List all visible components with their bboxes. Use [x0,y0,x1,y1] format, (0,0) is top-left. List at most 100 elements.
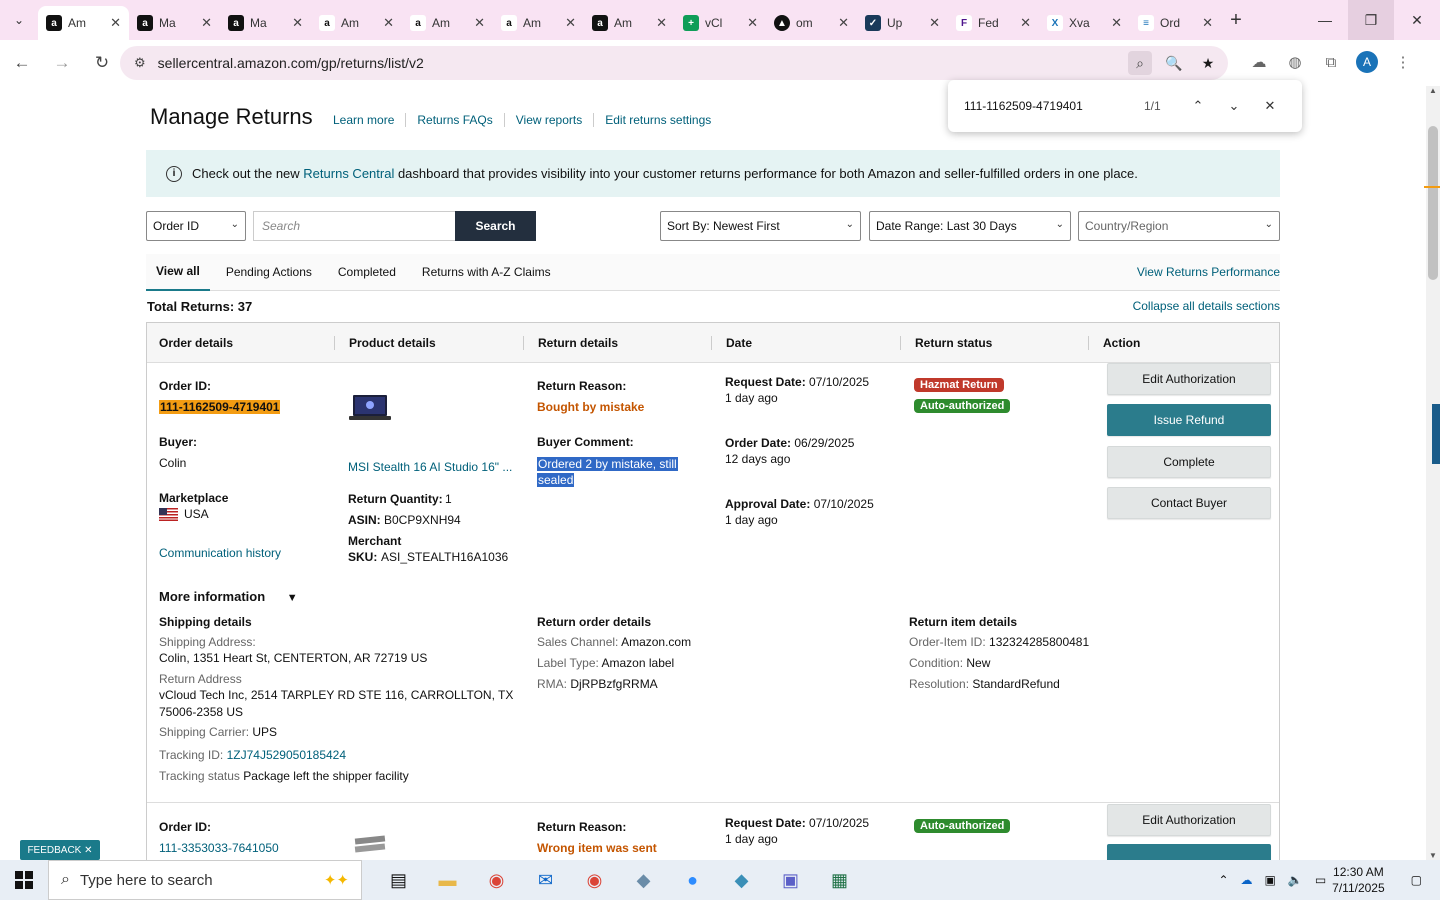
collapse-all-link[interactable]: Collapse all details sections [1133,299,1280,313]
tracking-id-link[interactable]: 1ZJ74J529050185424 [227,748,346,762]
tab-close-icon[interactable]: ✕ [292,15,303,31]
tab-close-icon[interactable]: ✕ [1020,15,1031,31]
chrome-profile-icon[interactable]: ◉ [570,860,619,900]
complete-button[interactable]: Complete [1107,446,1271,478]
tab-close-icon[interactable]: ✕ [929,15,940,31]
tray-chevron-icon[interactable]: ⌃ [1218,873,1228,887]
tab-close-icon[interactable]: ✕ [201,15,212,31]
edit-authorization-button[interactable]: Edit Authorization [1107,363,1271,395]
tab-close-icon[interactable]: ✕ [474,15,485,31]
windows-start-icon[interactable] [0,860,48,900]
feedback-close-icon[interactable]: ✕ [84,845,92,856]
feedback-button[interactable]: FEEDBACK ✕ [20,840,100,860]
teams-icon[interactable]: ▣ [766,860,815,900]
browser-tab[interactable]: a Am ✕ [311,6,402,40]
find-close-icon[interactable]: ✕ [1252,98,1288,114]
zoom-app-icon[interactable]: ● [668,860,717,900]
browser-tab[interactable]: a Am ✕ [584,6,675,40]
new-tab-button[interactable]: + [1221,9,1251,32]
tab-close-icon[interactable]: ✕ [656,15,667,31]
tab-pending-actions[interactable]: Pending Actions [216,254,322,291]
tab-completed[interactable]: Completed [328,254,406,291]
tab-search-icon[interactable]: ⌄ [0,0,38,40]
find-input[interactable]: 111-1162509-4719401 [964,99,1144,113]
returns-central-link[interactable]: Returns Central [303,166,394,181]
browser-tab[interactable]: + vCl ✕ [675,6,766,40]
issue-refund-button[interactable]: Issue Refund [1107,404,1271,436]
order-id-value[interactable]: 111-1162509-4719401 [159,400,281,414]
google-lens-icon[interactable]: ⌕ [1128,51,1152,75]
zoom-icon[interactable]: 🔍 [1162,51,1186,75]
tab-close-icon[interactable]: ✕ [110,15,121,31]
tab-close-icon[interactable]: ✕ [747,15,758,31]
minimize-icon[interactable]: — [1302,0,1348,40]
outlook-icon[interactable]: ✉ [521,860,570,900]
page-scrollbar[interactable]: ▲ ▼ [1424,86,1440,860]
product-thumbnail[interactable] [349,393,391,423]
tab-close-icon[interactable]: ✕ [838,15,849,31]
scroll-thumb[interactable] [1428,126,1438,280]
scroll-down-icon[interactable]: ▼ [1426,851,1440,860]
file-explorer-icon[interactable]: ▬ [423,860,472,900]
learn-more-link[interactable]: Learn more [322,113,405,127]
notifications-icon[interactable]: ▢ [1411,873,1422,887]
tab-close-icon[interactable]: ✕ [1111,15,1122,31]
app-icon[interactable]: ◆ [619,860,668,900]
browser-tab[interactable]: ≡ Ord ✕ [1130,6,1221,40]
communication-history-link[interactable]: Communication history [159,546,281,560]
contact-buyer-button[interactable]: Contact Buyer [1107,487,1271,519]
extension-cloud-icon[interactable]: ☁ [1244,47,1274,77]
extension-globe-icon[interactable]: ◍ [1280,47,1310,77]
browser-tab[interactable]: ✓ Up ✕ [857,6,948,40]
tab-close-icon[interactable]: ✕ [383,15,394,31]
reload-icon[interactable]: ↻ [84,45,120,81]
url-field[interactable]: ⚙ sellercentral.amazon.com/gp/returns/li… [120,46,1228,80]
issue-refund-button-2[interactable] [1107,844,1271,860]
tab-close-icon[interactable]: ✕ [1202,15,1213,31]
excel-icon[interactable]: ▦ [815,860,864,900]
browser-tab[interactable]: a Ma ✕ [220,6,311,40]
product-thumbnail-2[interactable] [353,833,389,857]
back-icon[interactable]: ← [4,45,40,81]
task-view-icon[interactable]: ▤ [374,860,423,900]
volume-icon[interactable]: 🔈 [1288,873,1303,887]
browser-tab[interactable]: a Ma ✕ [129,6,220,40]
find-next-icon[interactable]: ⌄ [1216,98,1252,114]
tab-close-icon[interactable]: ✕ [565,15,576,31]
clock[interactable]: 12:30 AM 7/11/2025 [1332,864,1385,896]
search-button[interactable]: Search [455,211,536,241]
returns-faqs-link[interactable]: Returns FAQs [405,113,503,127]
find-prev-icon[interactable]: ⌃ [1180,98,1216,114]
network-icon[interactable]: ▭ [1315,873,1326,887]
forward-icon[interactable]: → [44,45,80,81]
browser-tab[interactable]: X Xva ✕ [1039,6,1130,40]
restore-icon[interactable]: ❐ [1348,0,1394,40]
order-id-link-2[interactable]: 111-3353033-7641050 [159,841,279,855]
browser-tab[interactable]: ▲ om ✕ [766,6,857,40]
edit-authorization-button-2[interactable]: Edit Authorization [1107,804,1271,836]
tab-az-claims[interactable]: Returns with A-Z Claims [412,254,561,291]
profile-avatar[interactable]: A [1356,51,1378,73]
view-reports-link[interactable]: View reports [503,113,593,127]
tray-app-icon[interactable]: ▣ [1265,873,1276,887]
browser-tab[interactable]: a Am ✕ [402,6,493,40]
tab-view-all[interactable]: View all [146,254,210,291]
taskbar-search-input[interactable]: ⌕ Type here to search ✦✦ [48,860,362,900]
bookmark-star-icon[interactable]: ★ [1196,51,1220,75]
product-name-link[interactable]: MSI Stealth 16 AI Studio 16" ... [348,460,512,474]
scroll-up-icon[interactable]: ▲ [1426,86,1440,95]
site-info-icon[interactable]: ⚙ [134,55,146,71]
date-range-select[interactable]: Date Range: Last 30 Days ⌄ [869,211,1071,241]
edit-returns-settings-link[interactable]: Edit returns settings [593,113,722,127]
browser-tab[interactable]: a Am ✕ [493,6,584,40]
search-input[interactable]: Search [253,211,456,241]
extensions-puzzle-icon[interactable]: ⧉ [1316,47,1346,77]
country-select[interactable]: Country/Region ⌄ [1078,211,1280,241]
app2-icon[interactable]: ◆ [717,860,766,900]
browser-tab[interactable]: F Fed ✕ [948,6,1039,40]
sort-select[interactable]: Sort By: Newest First ⌄ [660,211,861,241]
onedrive-icon[interactable]: ☁ [1241,873,1253,887]
close-window-icon[interactable]: ✕ [1394,0,1440,40]
view-returns-performance-link[interactable]: View Returns Performance [1137,265,1280,279]
browser-menu-icon[interactable]: ⋮ [1388,47,1418,77]
